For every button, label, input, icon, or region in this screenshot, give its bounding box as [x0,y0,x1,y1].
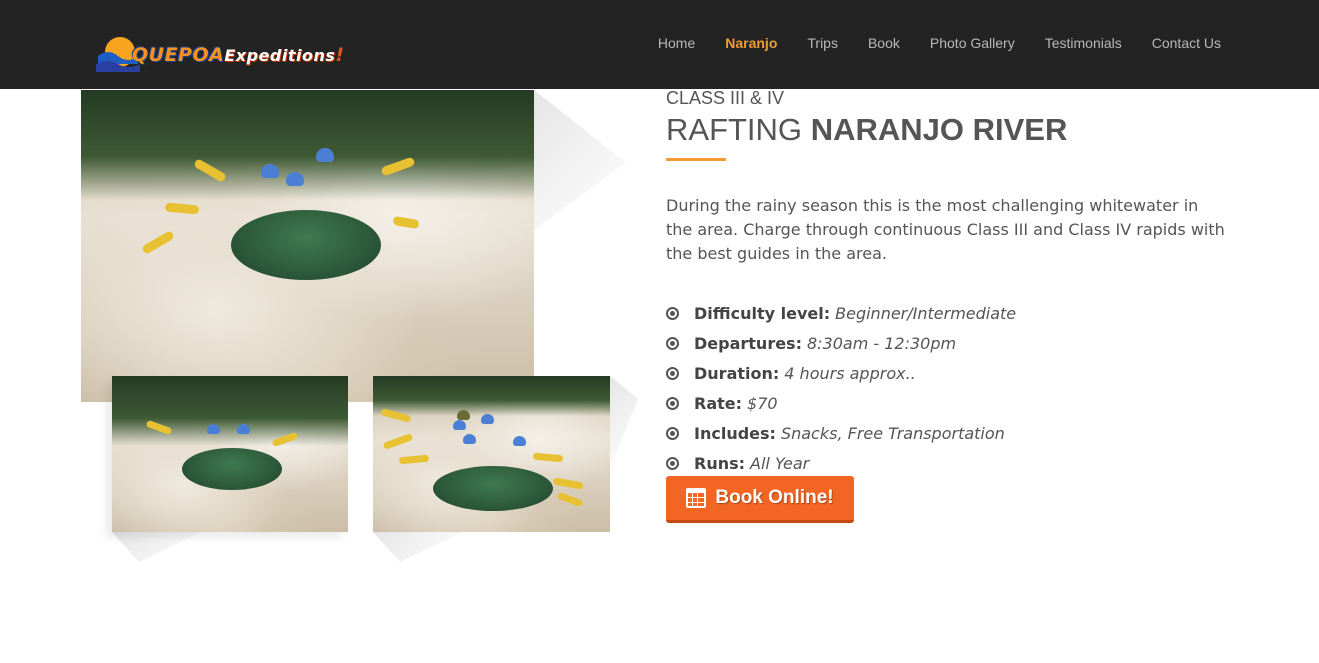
site-logo[interactable]: QUEPOAExpeditions! [82,30,372,80]
thumbnail-photo-2[interactable] [373,376,610,532]
title-light-part: RAFTING [666,112,803,147]
circle-dot-icon [666,336,679,350]
fact-rate: Rate: $70 [666,388,1016,418]
thumbnail-photo-1[interactable] [112,376,348,532]
nav-contact-us[interactable]: Contact Us [1152,35,1221,51]
logo-text-exclaim: ! [335,44,345,66]
nav-book[interactable]: Book [868,35,900,51]
fact-label: Includes: [694,423,776,443]
circle-dot-icon [666,396,679,410]
circle-dot-icon [666,366,679,380]
trip-description: During the rainy season this is the most… [666,196,1225,263]
title-underline [666,158,726,161]
circle-dot-icon [666,306,679,320]
fact-label: Runs: [694,453,746,473]
fact-label: Difficulty level: [694,303,831,323]
circle-dot-icon [666,426,679,440]
fact-difficulty: Difficulty level: Beginner/Intermediate [666,298,1016,328]
fact-label: Departures: [694,333,802,353]
fact-value: Beginner/Intermediate [835,303,1017,323]
page-title: RAFTING NARANJO RIVER [666,112,1067,148]
nav-naranjo[interactable]: Naranjo [725,35,777,51]
fact-label: Rate: [694,393,743,413]
fact-value: Snacks, Free Transportation [780,423,1005,443]
nav-trips[interactable]: Trips [807,35,838,51]
fact-duration: Duration: 4 hours approx.. [666,358,1016,388]
main-rafting-photo [81,90,534,402]
trip-class-subtitle: CLASS III & IV [666,88,785,108]
calendar-icon [686,488,707,508]
title-bold-part: NARANJO RIVER [810,112,1068,147]
logo-text-quepoa: QUEPOA [132,44,225,66]
fact-includes: Includes: Snacks, Free Transportation [666,418,1016,448]
book-online-button[interactable]: Book Online! [666,476,854,523]
fact-runs: Runs: All Year [666,448,1016,478]
fact-value: $70 [747,393,778,413]
book-online-label: Book Online! [715,487,834,508]
fact-departures: Departures: 8:30am - 12:30pm [666,328,1016,358]
main-nav: Home Naranjo Trips Book Photo Gallery Te… [628,35,1221,51]
trip-facts-list: Difficulty level: Beginner/Intermediate … [666,298,1016,478]
logo-text-expeditions: Expeditions [224,46,336,65]
thumb-2-shadow [610,376,638,468]
nav-home[interactable]: Home [658,35,695,51]
circle-dot-icon [666,456,679,470]
main-photo-shadow [534,90,626,230]
site-header: QUEPOAExpeditions! Home Naranjo Trips Bo… [0,0,1319,89]
thumb-1-shadow [112,532,202,562]
fact-value: 4 hours approx.. [784,363,916,383]
fact-value: 8:30am - 12:30pm [806,333,957,353]
thumb-2-bottom-shadow [373,532,463,562]
fact-value: All Year [750,453,810,473]
nav-photo-gallery[interactable]: Photo Gallery [930,35,1015,51]
fact-label: Duration: [694,363,780,383]
nav-testimonials[interactable]: Testimonials [1045,35,1122,51]
logo-wordmark: QUEPOAExpeditions! [132,44,345,66]
